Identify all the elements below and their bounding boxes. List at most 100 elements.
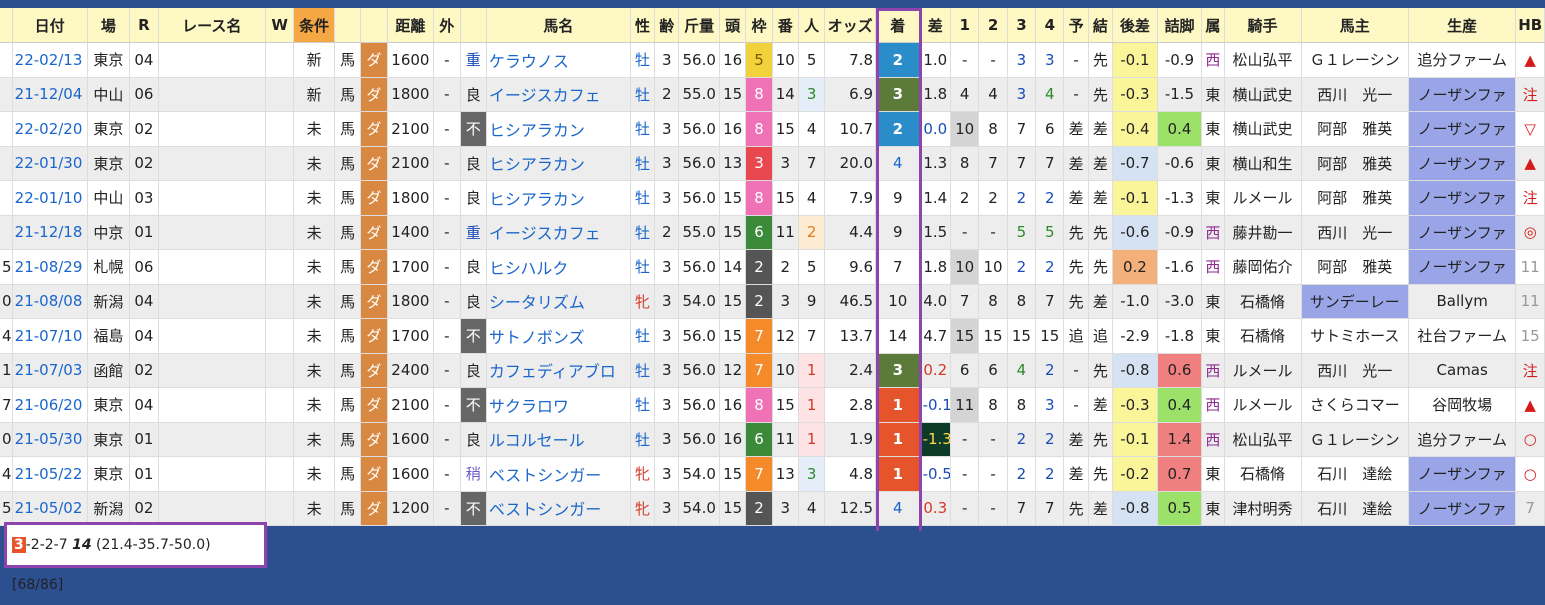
table-row[interactable]: 21-12/18 中京 01 未馬ダ 1400- 重イージスカフェ牡 2 55.0 15 6 11 2… [0,215,1545,250]
jockey-cell[interactable]: 藤井勘一 [1224,215,1302,250]
table-row[interactable]: 0 21-08/08 新潟 04 未馬ダ 1800- 良シータリズム牝 3 54.0 15 2 3 9 4… [0,284,1545,319]
header-heads[interactable]: 頭 [719,8,747,43]
horse-name-link[interactable]: サクラロワ [486,387,631,423]
date-link[interactable]: 21-07/10 [12,318,88,354]
jockey-cell[interactable]: 津村明秀 [1224,491,1302,526]
owner-cell[interactable]: サトミホース [1301,318,1409,354]
owner-cell[interactable]: サンデーレー [1301,284,1409,319]
date-link[interactable]: 22-01/30 [12,146,88,181]
header-closing[interactable]: 詰脚 [1157,8,1203,43]
header-owner[interactable]: 馬主 [1301,8,1409,43]
header-late-diff[interactable]: 後差 [1112,8,1158,43]
race-name-cell[interactable] [158,284,267,319]
jockey-cell[interactable]: ルメール [1224,353,1302,388]
jockey-cell[interactable]: 松山弘平 [1224,422,1302,457]
race-name-cell[interactable] [158,111,267,147]
table-row[interactable]: 1 21-07/03 函館 02 未馬ダ 2400- 良カフェディアブロ牡 3 56.0 12 7 1… [0,353,1545,388]
horse-name-link[interactable]: イージスカフェ [486,77,631,112]
header-horse-name[interactable]: 馬名 [486,8,631,43]
header-corner-4[interactable]: 4 [1035,8,1065,43]
jockey-cell[interactable]: 松山弘平 [1224,42,1302,78]
jockey-cell[interactable]: 藤岡佑介 [1224,249,1302,285]
race-name-cell[interactable] [158,318,267,354]
header-popularity[interactable]: 人 [798,8,826,43]
breeder-cell[interactable]: ノーザンファ [1408,180,1517,216]
table-row[interactable]: 5 21-05/02 新潟 02 未馬ダ 1200- 不ベストシンガー牝 3 54.0 15 2 3 4… [0,491,1545,526]
jockey-cell[interactable]: ルメール [1224,387,1302,423]
horse-name-link[interactable]: ヒシアラカン [486,146,631,181]
owner-cell[interactable]: 阿部 雅英 [1301,111,1409,147]
jockey-cell[interactable]: 横山武史 [1224,111,1302,147]
header-prediction[interactable]: 予 [1063,8,1089,43]
race-name-cell[interactable] [158,180,267,216]
breeder-cell[interactable]: ノーザンファ [1408,249,1517,285]
race-name-cell[interactable] [158,77,267,112]
header-corner-2[interactable]: 2 [978,8,1008,43]
date-link[interactable]: 21-12/18 [12,215,88,250]
table-row[interactable]: 22-01/10 中山 03 未馬ダ 1800- 良ヒシアラカン牡 3 56.0 15 8 15 4 7… [0,180,1545,216]
horse-name-link[interactable]: シータリズム [486,284,631,319]
breeder-cell[interactable]: Ballym [1408,284,1517,319]
breeder-cell[interactable]: 谷岡牧場 [1408,387,1517,423]
jockey-cell[interactable]: 横山和生 [1224,146,1302,181]
horse-name-link[interactable]: ヒシハルク [486,249,631,285]
jockey-cell[interactable]: 横山武史 [1224,77,1302,112]
race-name-cell[interactable] [158,146,267,181]
date-link[interactable]: 21-06/20 [12,387,88,423]
breeder-cell[interactable]: ノーザンファ [1408,111,1517,147]
date-link[interactable]: 21-05/30 [12,422,88,457]
table-row[interactable]: 21-12/04 中山 06 新馬ダ 1800- 良イージスカフェ牡 2 55.0 15 8 14 3… [0,77,1545,112]
table-row[interactable]: 4 21-05/22 東京 01 未馬ダ 1600- 稍ベストシンガー牝 3 54.0 15 7 13… [0,456,1545,492]
race-name-cell[interactable] [158,422,267,457]
header-jockey[interactable]: 騎手 [1224,8,1302,43]
date-link[interactable]: 22-02/13 [12,42,88,78]
owner-cell[interactable]: 阿部 雅英 [1301,180,1409,216]
table-row[interactable]: 0 21-05/30 東京 01 未馬ダ 1600- 良ルコルセール牡 3 56.0 16 6 11 1… [0,422,1545,457]
header-finish[interactable]: 着 [875,8,921,43]
breeder-cell[interactable]: ノーザンファ [1408,491,1517,526]
header-breeder[interactable]: 生産 [1408,8,1517,43]
jockey-cell[interactable]: 石橋脩 [1224,456,1302,492]
header-date[interactable]: 日付 [12,8,88,43]
owner-cell[interactable]: 西川 光一 [1301,353,1409,388]
owner-cell[interactable]: 西川 光一 [1301,215,1409,250]
race-name-cell[interactable] [158,353,267,388]
header-hb[interactable]: HB [1515,8,1545,43]
header-r[interactable]: R [129,8,159,43]
owner-cell[interactable]: 石川 達絵 [1301,491,1409,526]
table-row[interactable]: 22-02/13 東京 04 新馬ダ 1600- 重ケラウノス牡 3 56.0 16 5 10 5 7.… [0,42,1545,78]
header-condition[interactable]: 条件 [293,8,335,43]
header-sex[interactable]: 性 [630,8,656,43]
date-link[interactable]: 22-01/10 [12,180,88,216]
breeder-cell[interactable]: ノーザンファ [1408,77,1517,112]
breeder-cell[interactable]: Camas [1408,353,1517,388]
race-name-cell[interactable] [158,249,267,285]
breeder-cell[interactable]: 追分ファーム [1408,422,1517,457]
horse-name-link[interactable]: サトノボンズ [486,318,631,354]
horse-name-link[interactable]: ヒシアラカン [486,180,631,216]
horse-name-link[interactable]: ルコルセール [486,422,631,457]
horse-name-link[interactable]: カフェディアブロ [486,353,631,388]
header-ban[interactable]: 番 [772,8,799,43]
table-row[interactable]: 4 21-07/10 福島 04 未馬ダ 1700- 不サトノボンズ牡 3 56.0 15 7 12 7… [0,318,1545,354]
date-link[interactable]: 21-05/22 [12,456,88,492]
owner-cell[interactable]: さくらコマー [1301,387,1409,423]
header-corner-1[interactable]: 1 [950,8,980,43]
header-w[interactable]: W [265,8,295,43]
header-corner-3[interactable]: 3 [1007,8,1037,43]
owner-cell[interactable]: 石川 達絵 [1301,456,1409,492]
header-age[interactable]: 齢 [654,8,680,43]
date-link[interactable]: 21-05/02 [12,491,88,526]
horse-name-link[interactable]: イージスカフェ [486,215,631,250]
owner-cell[interactable]: 西川 光一 [1301,77,1409,112]
table-row[interactable]: 5 21-08/29 札幌 06 未馬ダ 1700- 良ヒシハルク牡 3 56.0 14 2 2 5 9.… [0,249,1545,285]
jockey-cell[interactable]: 石橋脩 [1224,284,1302,319]
date-link[interactable]: 21-08/08 [12,284,88,319]
breeder-cell[interactable]: 追分ファーム [1408,42,1517,78]
race-name-cell[interactable] [158,491,267,526]
breeder-cell[interactable]: ノーザンファ [1408,215,1517,250]
header-diff[interactable]: 差 [920,8,951,43]
owner-cell[interactable]: 阿部 雅英 [1301,249,1409,285]
owner-cell[interactable]: Ｇ１レーシン [1301,42,1409,78]
header-venue[interactable]: 場 [87,8,131,43]
